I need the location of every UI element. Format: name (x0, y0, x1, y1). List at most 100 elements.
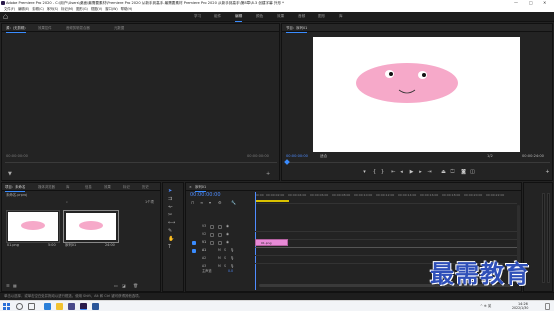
workspace-editing[interactable]: 编辑 (235, 14, 243, 21)
track-v1[interactable]: V1 (202, 240, 206, 244)
wrench-icon[interactable]: 🔧 (231, 201, 236, 205)
project-item-image[interactable] (6, 210, 60, 243)
linked-selection-icon[interactable]: ∞ (200, 201, 203, 205)
track-v2[interactable]: V2 (202, 232, 206, 236)
eye-icon[interactable]: ◉ (226, 224, 229, 229)
export-frame-icon[interactable]: ◙ (460, 169, 467, 176)
close-tab-icon[interactable]: × (189, 185, 192, 189)
clock-date[interactable]: 2022/1/30 (512, 306, 528, 310)
new-bin-icon[interactable]: ▭ (114, 284, 118, 288)
source-patch-v1[interactable] (192, 241, 196, 245)
voiceover-icon[interactable]: 🎙 (230, 256, 234, 260)
track-v3[interactable]: V3 (202, 224, 206, 228)
eye-icon[interactable]: ◉ (226, 232, 229, 237)
tab-metadata[interactable]: 元数据 (114, 26, 124, 30)
source-scrubber[interactable] (5, 162, 277, 163)
mark-in-icon[interactable]: { (371, 169, 378, 176)
windows-start-icon[interactable] (3, 303, 10, 310)
menu-sequence[interactable]: 序列(S) (47, 7, 58, 11)
delete-icon[interactable]: 🗑 (133, 284, 138, 288)
premiere-taskbar-icon[interactable] (80, 303, 87, 310)
workspace-effects[interactable]: 效果 (277, 14, 284, 19)
menu-file[interactable]: 文件(F) (4, 7, 15, 11)
timeline-settings-icon[interactable]: ⚙ (218, 201, 222, 205)
maximize-button[interactable]: □ (529, 1, 533, 5)
track-a2[interactable]: A2 (202, 256, 206, 260)
type-tool-icon[interactable]: T (168, 245, 171, 250)
menu-clip[interactable]: 剪辑(C) (32, 7, 43, 11)
task-view-icon[interactable] (28, 303, 35, 310)
go-to-out-icon[interactable]: ⇥ (426, 169, 433, 176)
search-icon[interactable] (16, 303, 23, 310)
lock-icon[interactable] (210, 233, 214, 237)
voiceover-icon[interactable]: 🎙 (230, 248, 234, 252)
menu-help[interactable]: 帮助(H) (121, 7, 133, 11)
voiceover-icon[interactable]: 🎙 (230, 264, 234, 268)
program-add-button-icon[interactable]: + (544, 169, 551, 176)
menu-view[interactable]: 视图(V) (91, 7, 102, 11)
tab-sequence[interactable]: 序列01 (195, 185, 207, 193)
tab-info[interactable]: 信息 (85, 185, 92, 189)
hand-tool-icon[interactable]: ✋ (168, 237, 174, 242)
playhead-marker-icon[interactable] (284, 159, 290, 165)
step-back-icon[interactable]: ◂ (398, 169, 405, 176)
zoom-fit-select[interactable]: 适合 (320, 154, 327, 159)
mark-out-icon[interactable]: } (379, 169, 386, 176)
source-add-button-icon[interactable]: + (266, 172, 270, 177)
close-button[interactable]: ✕ (543, 1, 546, 5)
menu-window[interactable]: 窗口(W) (105, 7, 117, 11)
add-marker-icon[interactable]: ▼ (8, 172, 12, 177)
workspace-color[interactable]: 颜色 (256, 14, 263, 19)
solo-button[interactable]: S (224, 264, 226, 268)
sync-lock-icon[interactable] (218, 225, 222, 229)
time-ruler[interactable]: 00:00 00:00:02:00 00:00:04:00 00:00:06:0… (255, 192, 517, 204)
lock-icon[interactable] (210, 241, 214, 245)
tab-libraries[interactable]: 库 (66, 185, 69, 189)
lock-icon[interactable] (210, 225, 214, 229)
resolution-select[interactable]: 1/2 (487, 154, 493, 159)
mute-button[interactable]: M (218, 264, 221, 268)
store-icon[interactable] (68, 303, 75, 310)
new-item-icon[interactable]: ◪ (122, 284, 126, 288)
edge-browser-icon[interactable] (44, 303, 51, 310)
workspace-libraries[interactable]: 库 (339, 14, 343, 19)
sync-lock-icon[interactable] (218, 241, 222, 245)
razor-tool-icon[interactable]: ✂ (168, 213, 172, 218)
menu-marker[interactable]: 标记(M) (61, 7, 73, 11)
workspace-assembly[interactable]: 组件 (214, 14, 221, 19)
pen-tool-icon[interactable]: ✎ (168, 229, 172, 234)
step-forward-icon[interactable]: ▸ (417, 169, 424, 176)
system-tray[interactable]: ^ ⊕ 英 (480, 304, 491, 308)
program-timecode[interactable]: 00:00:00:00 (286, 154, 308, 159)
source-patch-a1[interactable] (192, 249, 196, 253)
ripple-edit-tool-icon[interactable]: ⟛ (168, 205, 173, 210)
tab-effects[interactable]: 效果 (104, 185, 111, 189)
track-select-tool-icon[interactable]: ⇉ (168, 197, 172, 202)
solo-button[interactable]: S (224, 248, 226, 252)
tab-audio-clip-mixer[interactable]: 音频剪辑混合器 (66, 26, 90, 30)
mute-button[interactable]: M (218, 256, 221, 260)
minimize-button[interactable]: — (514, 1, 518, 5)
tab-source[interactable]: 源：(无剪辑) (6, 26, 26, 34)
track-a1[interactable]: A1 (202, 248, 206, 252)
tab-program[interactable]: 节目：序列01 (286, 26, 308, 34)
tab-project[interactable]: 项目：未命名 (5, 185, 26, 193)
solo-button[interactable]: S (224, 256, 226, 260)
tab-history[interactable]: 历史 (142, 185, 149, 189)
master-volume-value[interactable]: 0.0 (228, 269, 233, 273)
comparison-view-icon[interactable]: ◫ (469, 169, 476, 176)
menu-graphics[interactable]: 图形(G) (76, 7, 88, 11)
selection-tool-icon[interactable]: ➤ (168, 189, 172, 194)
go-to-in-icon[interactable]: ⇤ (390, 169, 397, 176)
eye-icon[interactable]: ◉ (226, 240, 229, 245)
tab-effect-controls[interactable]: 效果控件 (38, 26, 52, 30)
lift-icon[interactable]: ⏏ (440, 169, 447, 176)
list-view-icon[interactable]: ☰ (6, 284, 10, 288)
workspace-graphics[interactable]: 图形 (318, 14, 325, 19)
track-a3[interactable]: A3 (202, 264, 206, 268)
add-marker-timeline-icon[interactable]: ▾ (209, 201, 211, 205)
workspace-learn[interactable]: 学习 (194, 14, 201, 19)
project-item-sequence[interactable] (63, 210, 119, 243)
search-input[interactable]: ⌕ (66, 200, 68, 204)
timeline-clip[interactable]: 01.png (255, 239, 288, 246)
